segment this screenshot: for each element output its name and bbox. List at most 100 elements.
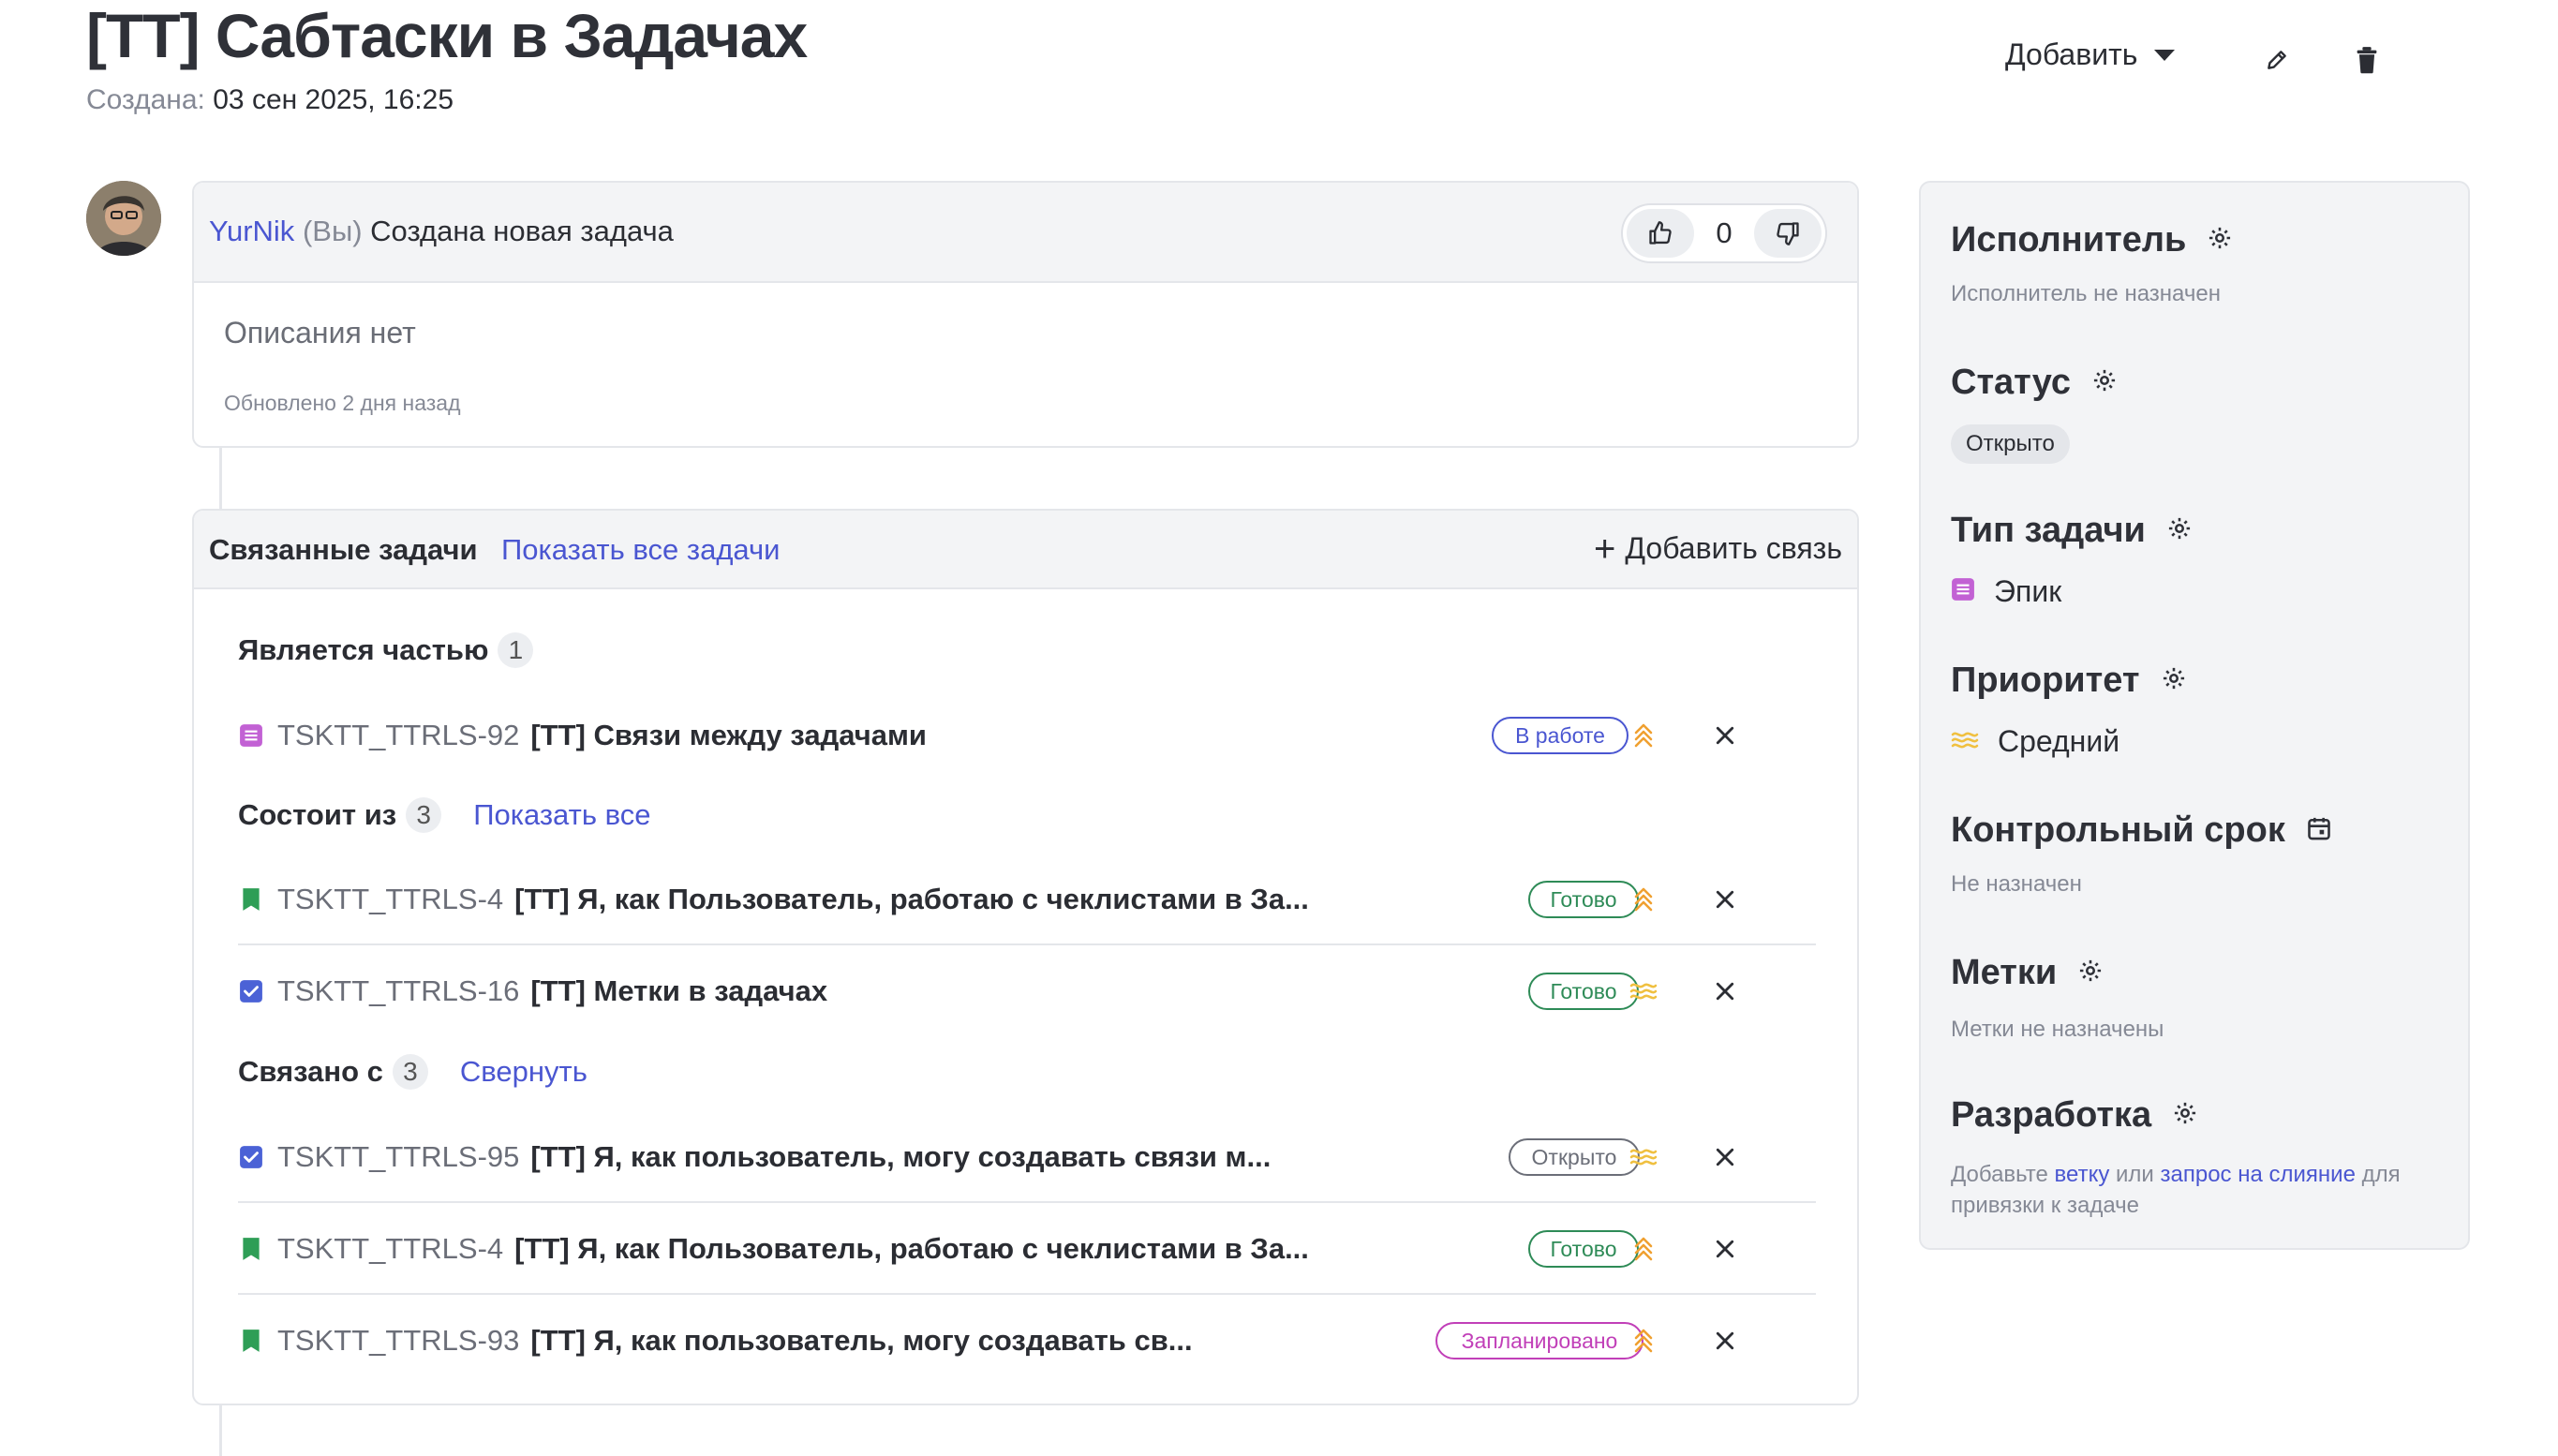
vote-count: 0: [1716, 216, 1733, 249]
gear-icon[interactable]: [2091, 363, 2118, 403]
priority-medium-icon: [1628, 976, 1658, 1006]
gear-icon[interactable]: [2172, 1095, 2198, 1136]
labels-value: Метки не назначены: [1951, 1017, 2164, 1042]
task-name[interactable]: [TT] Я, как пользователь, могу создавать…: [530, 1140, 1271, 1174]
trash-icon: [2357, 47, 2377, 74]
branch-link[interactable]: ветку: [2055, 1162, 2110, 1187]
avatar-image: [86, 181, 161, 256]
downvote-button[interactable]: [1754, 209, 1822, 258]
labels-label: Метки: [1951, 953, 2058, 992]
linked-task-row[interactable]: TSKTT_TTRLS-4 [TT] Я, как Пользователь, …: [238, 854, 1816, 945]
task-properties-sidebar: Исполнитель Исполнитель не назначен Стат…: [1919, 181, 2470, 1250]
linked-task-row[interactable]: TSKTT_TTRLS-92 [TT] Связи между задачами…: [238, 690, 1816, 781]
close-icon: [1716, 890, 1734, 909]
close-icon: [1716, 726, 1734, 745]
assignee-title: Исполнитель: [1951, 220, 2233, 260]
show-all-tasks-link[interactable]: Показать все задачи: [501, 533, 780, 567]
task-name[interactable]: [TT] Я, как пользователь, могу создавать…: [530, 1324, 1192, 1358]
task-name[interactable]: [TT] Метки в задачах: [530, 974, 827, 1008]
plus-icon: +: [1594, 527, 1616, 570]
priority-value: Средний: [1951, 724, 2119, 759]
group-label: Связано с: [238, 1055, 383, 1088]
priority-text: Средний: [1998, 724, 2120, 758]
remove-link-button[interactable]: [1707, 882, 1743, 917]
created-label: Создана:: [86, 84, 205, 115]
caret-down-icon: [2154, 49, 2176, 61]
author-line: YurNik (Вы) Создана новая задача: [209, 215, 674, 248]
author-name-link[interactable]: YurNik: [209, 215, 294, 247]
group-title-consists-of: Состоит из 3 Показать все: [238, 797, 650, 833]
task-key[interactable]: TSKTT_TTRLS-4: [277, 883, 503, 916]
group-label: Состоит из: [238, 798, 397, 831]
remove-link-button[interactable]: [1707, 1323, 1743, 1359]
remove-link-button[interactable]: [1707, 1231, 1743, 1267]
epic-icon: [1951, 574, 1975, 609]
task-key[interactable]: TSKTT_TTRLS-93: [277, 1324, 519, 1358]
story-icon: [238, 886, 264, 913]
close-icon: [1716, 1331, 1734, 1350]
priority-medium-icon: [1951, 724, 1979, 759]
timeline-line-bottom: [219, 1405, 222, 1456]
linked-tasks-panel: Связанные задачи Показать все задачи + Д…: [192, 509, 1859, 1405]
status-label: Статус: [1951, 363, 2072, 402]
dev-text: Добавьте: [1951, 1162, 2048, 1187]
deadline-label: Контрольный срок: [1951, 810, 2285, 850]
task-checkbox-icon: [238, 1144, 264, 1170]
task-key[interactable]: TSKTT_TTRLS-16: [277, 974, 519, 1008]
gear-icon[interactable]: [2166, 511, 2193, 551]
edit-button[interactable]: [2258, 41, 2296, 79]
avatar[interactable]: [86, 181, 161, 256]
task-type-text: Эпик: [1994, 574, 2062, 608]
pencil-icon: [2268, 51, 2286, 69]
dev-text: или: [2116, 1162, 2154, 1187]
show-all-link[interactable]: Показать все: [473, 798, 650, 832]
gear-icon[interactable]: [2161, 661, 2187, 701]
remove-link-button[interactable]: [1707, 1139, 1743, 1175]
count-badge: 1: [498, 632, 534, 668]
vote-control: 0: [1621, 203, 1827, 263]
upvote-button[interactable]: [1627, 209, 1694, 258]
remove-link-button[interactable]: [1707, 718, 1743, 753]
gear-icon[interactable]: [2207, 220, 2233, 260]
gear-icon[interactable]: [2077, 953, 2104, 993]
calendar-icon[interactable]: [2306, 810, 2332, 851]
description-card: YurNik (Вы) Создана новая задача 0 Описа…: [192, 181, 1859, 448]
status-badge[interactable]: Открыто: [1951, 424, 2070, 464]
status-title: Статус: [1951, 363, 2118, 403]
count-badge: 3: [406, 797, 442, 833]
collapse-link[interactable]: Свернуть: [460, 1055, 587, 1089]
deadline-title: Контрольный срок: [1951, 810, 2332, 851]
thumbs-down-icon: [1777, 222, 1799, 245]
group-label: Является частью: [238, 633, 489, 666]
header-actions: Добавить: [1902, 34, 2558, 90]
task-key[interactable]: TSKTT_TTRLS-95: [277, 1140, 519, 1174]
linked-task-row[interactable]: TSKTT_TTRLS-93 [TT] Я, как пользователь,…: [238, 1295, 1816, 1387]
task-type-value: Эпик: [1951, 574, 2061, 609]
task-name[interactable]: [TT] Я, как Пользователь, работаю с чекл…: [514, 883, 1309, 916]
merge-request-link[interactable]: запрос на слияние: [2161, 1162, 2356, 1187]
add-link-button[interactable]: + Добавить связь: [1594, 527, 1842, 570]
task-key[interactable]: TSKTT_TTRLS-4: [277, 1232, 503, 1266]
assignee-label: Исполнитель: [1951, 220, 2187, 260]
task-key[interactable]: TSKTT_TTRLS-92: [277, 719, 519, 752]
linked-task-row[interactable]: TSKTT_TTRLS-16 [TT] Метки в задачах Гото…: [238, 945, 1816, 1037]
assignee-value: Исполнитель не назначен: [1951, 281, 2221, 306]
linked-task-row[interactable]: TSKTT_TTRLS-4 [TT] Я, как Пользователь, …: [238, 1203, 1816, 1295]
description-card-header: YurNik (Вы) Создана новая задача 0: [194, 183, 1857, 283]
created-value: 03 сен 2025, 16:25: [213, 84, 454, 115]
task-name[interactable]: [TT] Связи между задачами: [530, 719, 927, 752]
linked-tasks-header: Связанные задачи Показать все задачи + Д…: [194, 511, 1857, 589]
priority-label: Приоритет: [1951, 661, 2140, 700]
priority-high-icon: [1628, 884, 1658, 914]
priority-high-icon: [1628, 1326, 1658, 1356]
close-icon: [1716, 1240, 1734, 1258]
count-badge: 3: [392, 1054, 428, 1090]
linked-task-row[interactable]: TSKTT_TTRLS-95 [TT] Я, как пользователь,…: [238, 1111, 1816, 1203]
delete-button[interactable]: [2348, 41, 2386, 79]
task-checkbox-icon: [238, 978, 264, 1004]
status-badge: Запланировано: [1435, 1322, 1643, 1359]
add-dropdown-button[interactable]: Добавить: [2005, 37, 2176, 72]
remove-link-button[interactable]: [1707, 973, 1743, 1009]
story-icon: [238, 1236, 264, 1262]
task-name[interactable]: [TT] Я, как Пользователь, работаю с чекл…: [514, 1232, 1309, 1266]
